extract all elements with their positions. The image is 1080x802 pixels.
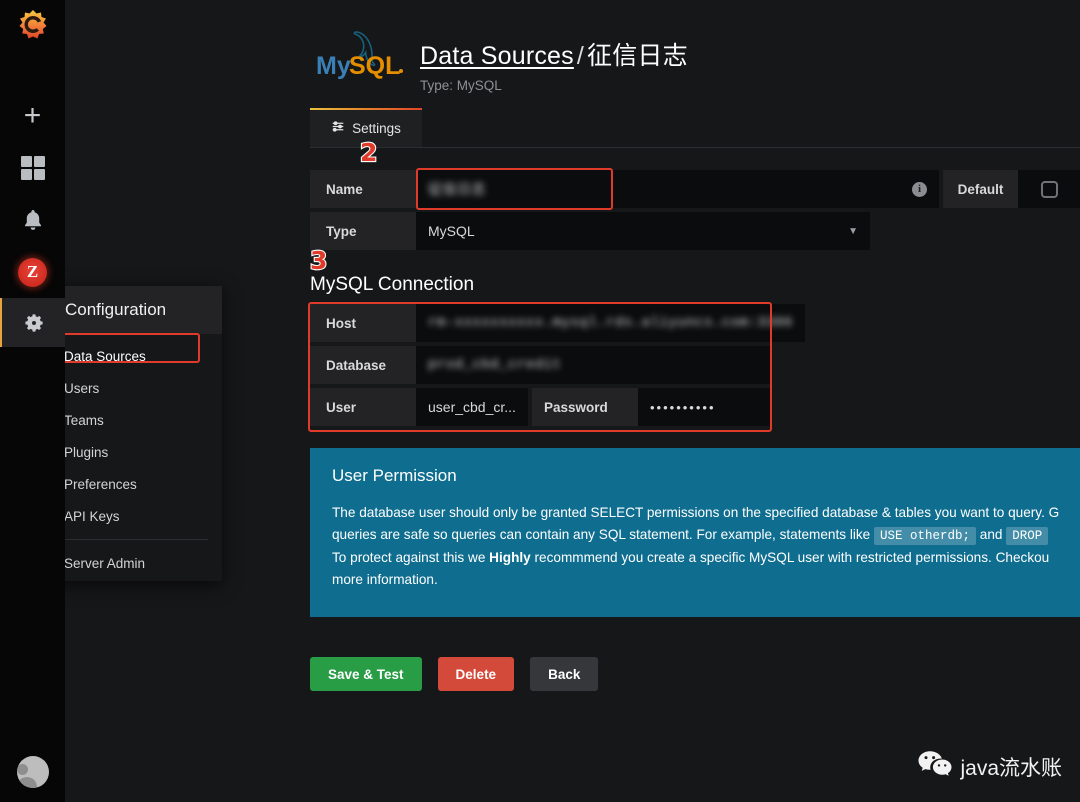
breadcrumb-current: 征信日志 [587,42,688,70]
default-checkbox-cell[interactable] [1018,170,1080,208]
mysql-logo-icon: My SQL [310,28,406,86]
svg-text:My: My [316,52,351,80]
type-label: Type [310,212,416,250]
database-row: Database prod_cbd_credit [310,346,770,384]
user-label: User [310,388,416,426]
perm-line-4: more information. [332,572,438,587]
back-button[interactable]: Back [530,657,599,691]
password-value: •••••••••• [650,399,716,415]
grafana-logo-icon[interactable] [11,4,55,48]
perm-highly-bold: Highly [489,550,531,565]
perm-line-3b: recommmend you create a specific MySQL u… [530,550,1050,565]
info-icon[interactable]: i [912,181,927,197]
wechat-icon [918,750,952,784]
perm-line-3a: To protect against this we [332,550,490,565]
database-input[interactable]: prod_cbd_credit [416,346,770,384]
tab-label: Settings [352,120,401,136]
left-nav-rail: + Z [0,0,65,802]
name-input[interactable]: 征信日志 i [416,170,939,208]
connection-section: 3 MySQL Connection Host rm-xxxxxxxxxx.my… [308,247,1080,432]
page-header: My SQL Data Sources / 征信日志 Type: MySQL [65,0,1080,108]
user-permission-panel: User Permission The database user should… [310,448,1080,617]
user-password-row: User user_cbd_cr... Password •••••••••• [310,388,770,426]
sidebar-item-label: Plugins [64,444,109,460]
user-input[interactable]: user_cbd_cr... [416,388,528,426]
connection-fields: Host rm-xxxxxxxxxx.mysql.rds.aliyuncs.co… [308,302,805,432]
sidebar-item-label: Teams [64,412,104,428]
breadcrumb-root[interactable]: Data Sources [420,42,574,70]
sidebar-item-label: API Keys [64,508,120,524]
annotation-marker-3: 3 [309,246,329,275]
name-row: Name 征信日志 i Default [310,170,1080,208]
breadcrumb: Data Sources / 征信日志 [420,36,688,72]
perm-line-1: The database user should only be granted… [332,505,1060,520]
database-label: Database [310,346,416,384]
code-use-otherdb: USE otherdb; [874,527,977,545]
default-checkbox[interactable] [1040,180,1058,198]
sliders-icon [331,120,345,136]
grafana-datasource-settings-page: + Z Configuration Data Sources Users Tea… [0,0,1080,802]
save-and-test-button[interactable]: Save & Test [310,657,422,691]
panel-title: User Permission [332,466,457,485]
database-value: prod_cbd_credit [428,357,562,373]
name-value: 征信日志 [428,183,486,199]
sidebar-item-label: Preferences [64,476,137,492]
host-value: rm-xxxxxxxxxx.mysql.rds.aliyuncs.com:330… [428,315,793,331]
sidebar-item-label: Users [64,380,100,396]
breadcrumb-separator: / [576,42,585,70]
delete-button[interactable]: Delete [437,657,515,691]
host-label: Host [310,304,416,342]
password-label: Password [532,388,638,426]
dashboards-icon[interactable] [0,142,65,194]
configuration-gear-icon[interactable] [0,298,65,347]
grid-glyph [20,156,45,180]
org-badge[interactable]: Z [0,246,65,298]
action-buttons: Save & Test Delete Back [310,657,1080,691]
watermark-text: java流水账 [960,757,1062,780]
sidebar-item-label: Server Admin [64,555,146,571]
avatar [16,756,49,788]
code-drop: DROP [1006,527,1049,545]
sidebar-item-label: Data Sources [64,348,146,364]
annotation-marker-2: 2 [359,138,379,167]
host-row: Host rm-xxxxxxxxxx.mysql.rds.aliyuncs.co… [310,304,805,342]
type-value: MySQL [428,223,475,239]
default-label: Default [943,170,1018,208]
user-avatar-icon[interactable] [16,756,49,788]
create-icon[interactable]: + [0,90,65,142]
flyout-title: Configuration [65,300,167,319]
tab-bar: Settings [310,108,1080,148]
name-label: Name [310,170,416,208]
settings-form: 2 Name 征信日志 i Default Type MySQL ▼ [310,139,1080,250]
title-block: Data Sources / 征信日志 Type: MySQL [420,28,688,93]
alerting-bell-icon[interactable] [0,194,65,246]
org-badge-letter: Z [18,257,47,287]
svg-text:SQL: SQL [349,52,400,80]
user-value: user_cbd_cr... [428,399,516,415]
watermark: java流水账 [918,750,1062,784]
host-input[interactable]: rm-xxxxxxxxxx.mysql.rds.aliyuncs.com:330… [416,304,805,342]
section-title: MySQL Connection [310,274,475,295]
panel-body: The database user should only be granted… [332,502,1080,591]
perm-line-2b: and [976,527,1007,542]
chevron-down-icon: ▼ [848,225,858,237]
type-row: Type MySQL ▼ [310,212,1080,250]
perm-line-2a: queries are safe so queries can contain … [332,527,875,542]
page-subtitle: Type: MySQL [420,78,502,93]
type-select[interactable]: MySQL ▼ [416,212,870,250]
password-input[interactable]: •••••••••• [638,388,770,426]
tab-bar-rule [310,147,1080,148]
